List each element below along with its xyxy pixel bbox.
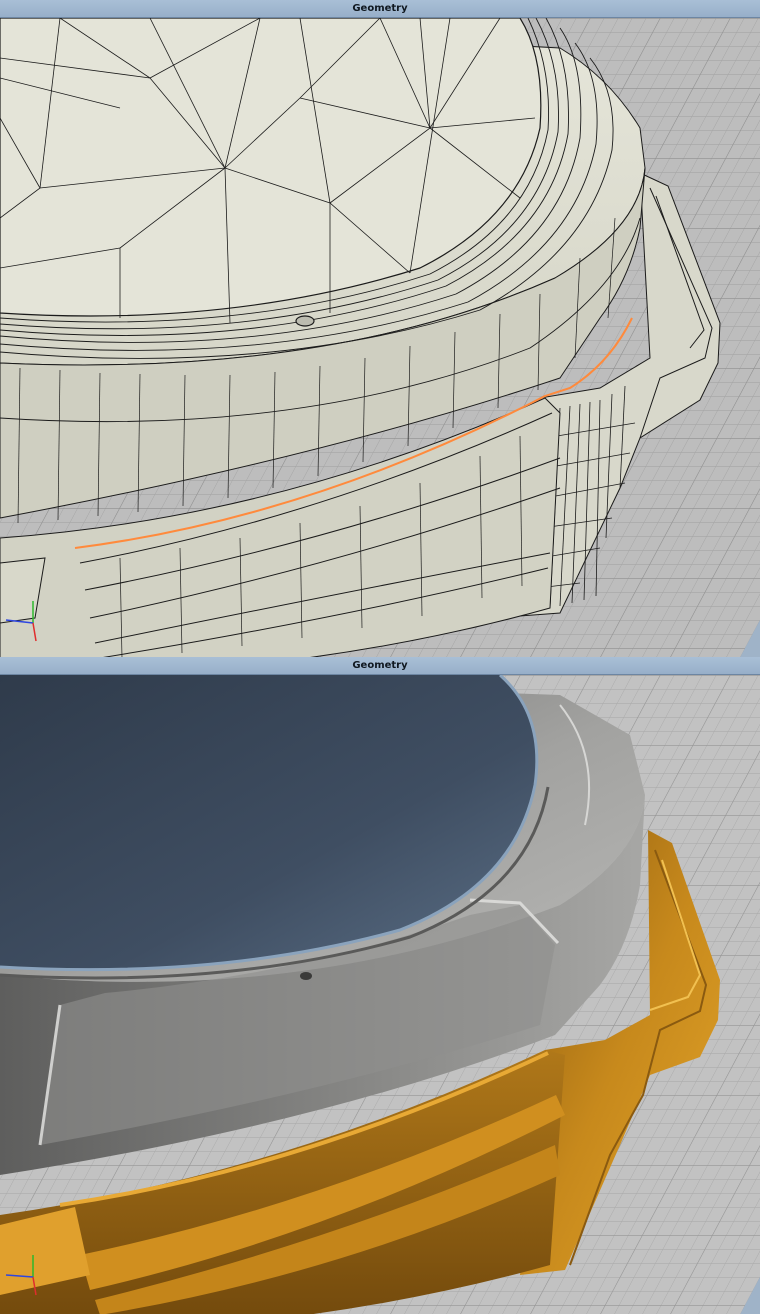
- viewport-title-bar-bottom[interactable]: Geometry: [0, 657, 760, 675]
- screw-hole-shaded: [300, 972, 312, 980]
- disc-mesh[interactable]: [0, 18, 646, 657]
- viewport-title-top: Geometry: [352, 3, 408, 14]
- wireframe-scene[interactable]: [0, 18, 760, 657]
- viewport-title-bar-top[interactable]: Geometry: [0, 0, 760, 18]
- viewport-title-bottom: Geometry: [352, 660, 408, 671]
- shaded-scene[interactable]: [0, 675, 760, 1314]
- screw-hole: [295, 315, 315, 327]
- geometry-viewport-shaded[interactable]: [0, 675, 760, 1314]
- geometry-viewport-wireframe[interactable]: [0, 18, 760, 657]
